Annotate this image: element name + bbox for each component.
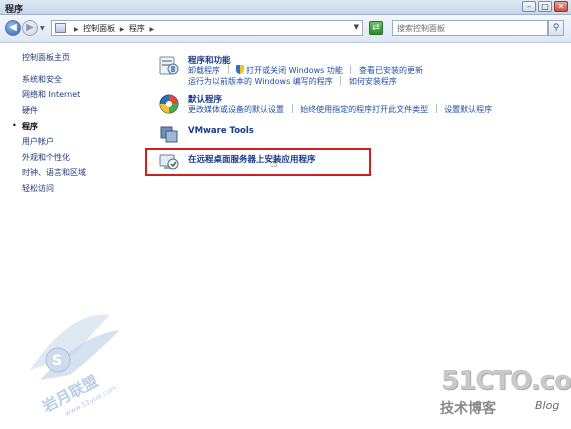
sidebar-item-user-accounts[interactable]: 用户帐户 <box>22 136 54 147</box>
watermark-51cto-brand: 51CTO.com <box>441 366 571 396</box>
file-type-association-link[interactable]: 始终使用指定的程序打开此文件类型 <box>300 105 428 114</box>
maximize-button[interactable]: □ <box>538 1 552 12</box>
sidebar-item-programs[interactable]: 程序 <box>22 121 38 132</box>
programs-features-links-row1: 卸载程序 打开或关闭 Windows 功能 查看已安装的更新 <box>188 65 423 76</box>
programs-features-icon <box>159 56 179 75</box>
address-bar[interactable]: ▶ 控制面板 ▶ 程序 ▶ ▼ <box>51 20 363 36</box>
section-vmware-tools: VMware Tools <box>158 123 358 143</box>
close-button[interactable]: ✕ <box>554 1 568 12</box>
breadcrumb-chevron-icon[interactable]: ▶ <box>149 26 154 33</box>
breadcrumb-programs[interactable]: 程序 <box>129 24 145 33</box>
sidebar-item-clock-language[interactable]: 时钟、语言和区域 <box>22 167 86 178</box>
recent-pages-chevron-icon[interactable]: ▼ <box>40 25 45 32</box>
hand-cursor-icon: ☝ <box>270 156 278 170</box>
title-bar: 程序 – □ ✕ <box>0 0 571 15</box>
search-input[interactable]: 搜索控制面板 <box>392 20 548 36</box>
breadcrumb-chevron-icon[interactable]: ▶ <box>74 26 79 33</box>
windows-features-link[interactable]: 打开或关闭 Windows 功能 <box>246 66 343 75</box>
window-controls: – □ ✕ <box>520 1 568 12</box>
back-arrow-icon: ◀ <box>9 22 17 33</box>
highlight-box <box>145 148 371 176</box>
control-panel-icon <box>55 23 66 33</box>
window-title: 程序 <box>5 5 24 15</box>
set-default-programs-link[interactable]: 设置默认程序 <box>444 105 492 114</box>
section-programs-features: 程序和功能 卸载程序 打开或关闭 Windows 功能 查看已安装的更新 运行为… <box>158 54 548 88</box>
how-to-install-link[interactable]: 如何安装程序 <box>349 77 397 86</box>
sidebar-item-system-security[interactable]: 系统和安全 <box>22 74 62 85</box>
default-programs-icon <box>159 94 179 114</box>
refresh-icon: ⇄ <box>372 23 380 33</box>
section-default-programs: 默认程序 更改媒体或设备的默认设置 始终使用指定的程序打开此文件类型 设置默认程… <box>158 93 548 117</box>
forward-button[interactable]: ▶ <box>22 20 38 36</box>
programs-features-links-row2: 运行为以前版本的 Windows 编写的程序 如何安装程序 <box>188 76 397 87</box>
refresh-button[interactable]: ⇄ <box>369 21 383 35</box>
link-divider <box>340 76 342 85</box>
watermark-51cto-blog: Blog <box>535 399 560 412</box>
navigation-bar: ◀ ▶ ▼ ▶ 控制面板 ▶ 程序 ▶ ▼ ⇄ 搜索控制面板 ⚲ <box>0 15 571 43</box>
link-divider <box>291 104 293 113</box>
sidebar-item-network[interactable]: 网络和 Internet <box>22 89 80 100</box>
link-divider <box>435 104 437 113</box>
sidebar-item-ease-of-access[interactable]: 轻松访问 <box>22 183 54 194</box>
svg-text:S: S <box>52 353 62 369</box>
installed-updates-link[interactable]: 查看已安装的更新 <box>359 66 423 75</box>
media-defaults-link[interactable]: 更改媒体或设备的默认设置 <box>188 105 284 114</box>
breadcrumb: ▶ 控制面板 ▶ 程序 ▶ <box>72 23 156 34</box>
back-button[interactable]: ◀ <box>5 20 21 36</box>
uac-shield-icon <box>236 65 245 74</box>
current-item-bullet: • <box>12 121 17 130</box>
link-divider <box>227 65 229 74</box>
uninstall-program-link[interactable]: 卸载程序 <box>188 66 220 75</box>
default-programs-links: 更改媒体或设备的默认设置 始终使用指定的程序打开此文件类型 设置默认程序 <box>188 104 492 115</box>
watermark-51cto-sub: 技术博客 <box>440 401 496 417</box>
search-button[interactable]: ⚲ <box>548 20 564 36</box>
sidebar-item-appearance[interactable]: 外观和个性化 <box>22 152 70 163</box>
breadcrumb-control-panel[interactable]: 控制面板 <box>83 24 115 33</box>
vmware-tools-icon <box>160 126 178 143</box>
sidebar-item-home[interactable]: 控制面板主页 <box>22 52 70 63</box>
search-icon: ⚲ <box>552 23 560 33</box>
compatibility-link[interactable]: 运行为以前版本的 Windows 编写的程序 <box>188 77 333 86</box>
minimize-button[interactable]: – <box>522 1 536 12</box>
breadcrumb-chevron-icon[interactable]: ▶ <box>120 26 125 33</box>
vmware-tools-title[interactable]: VMware Tools <box>188 126 254 136</box>
link-divider <box>350 65 352 74</box>
address-dropdown-icon[interactable]: ▼ <box>354 23 359 31</box>
sidebar-item-hardware[interactable]: 硬件 <box>22 105 38 116</box>
forward-arrow-icon: ▶ <box>26 22 34 33</box>
